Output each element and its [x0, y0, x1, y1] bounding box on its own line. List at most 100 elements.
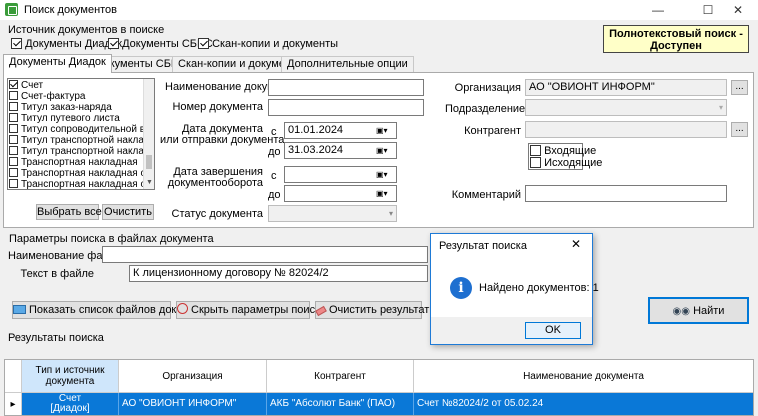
tab-diadok[interactable]: Документы Диадок — [3, 54, 112, 73]
calendar-dropdown-icon[interactable]: ▣▾ — [376, 188, 394, 199]
checkbox-unchecked-icon[interactable] — [9, 168, 18, 177]
clear-list-button[interactable]: Очистить — [102, 204, 154, 220]
end-from-picker[interactable]: ▣▾ — [284, 166, 397, 183]
fulltext-status-badge: Полнотекстовый поиск - Доступен — [603, 25, 749, 53]
doc-number-label: Номер документа — [172, 101, 263, 113]
dialog-close-button[interactable]: ✕ — [571, 237, 581, 251]
col-header-contr[interactable]: Контрагент — [267, 360, 414, 393]
col-header-type[interactable]: Тип и источник документа — [22, 360, 119, 393]
date-to-value: 31.03.2024 — [288, 144, 344, 156]
end-from-label: с — [271, 170, 277, 182]
row-header-corner — [5, 360, 22, 393]
list-item[interactable]: Титул транспортной накладной ( — [8, 135, 154, 146]
end-to-picker[interactable]: ▣▾ — [284, 185, 397, 202]
list-item-label: Титул заказ-наряда — [21, 102, 112, 113]
date-from-picker[interactable]: 01.01.2024 ▣▾ — [284, 122, 397, 139]
checkbox-unchecked-icon[interactable] — [9, 179, 18, 188]
ok-button[interactable]: OK — [525, 322, 581, 339]
checkbox-unchecked-icon[interactable] — [9, 135, 18, 144]
checkbox-checked-icon[interactable] — [198, 38, 209, 49]
scroll-down-icon[interactable]: ▼ — [146, 179, 153, 186]
find-button[interactable]: ◉◉ Найти — [648, 297, 749, 324]
cell-contr: АКБ "Абсолют Банк" (ПАО) — [267, 393, 414, 415]
org-browse-button[interactable]: ... — [731, 80, 748, 95]
list-item[interactable]: Транспортная накладная о прие — [8, 168, 154, 179]
close-button[interactable]: ✕ — [718, 0, 758, 20]
checkbox-unchecked-icon[interactable] — [9, 124, 18, 133]
source-scans-checkbox[interactable]: Скан-копии и документы — [198, 38, 338, 50]
dept-label: Подразделение — [445, 103, 526, 115]
list-item[interactable]: Титул путевого листа — [8, 113, 154, 124]
doc-type-list[interactable]: Счет Счет-фактура Титул заказ-наряда Титул … — [7, 78, 155, 190]
checkbox-unchecked-icon[interactable] — [9, 102, 18, 111]
checkbox-checked-icon[interactable] — [9, 80, 18, 89]
list-item[interactable]: Счет-фактура — [8, 91, 154, 102]
file-text-label: Текст в файле — [20, 268, 95, 280]
checkbox-checked-icon[interactable] — [11, 38, 22, 49]
cell-type: Счет [Диадок] — [22, 393, 119, 415]
list-item-label: Титул путевого листа — [21, 113, 120, 124]
contr-browse-button[interactable]: ... — [731, 122, 748, 137]
org-input[interactable]: АО "ОВИОНТ ИНФОРМ" — [525, 79, 727, 96]
status-select[interactable]: ▾ — [268, 205, 397, 222]
file-name-input[interactable] — [102, 246, 428, 263]
list-item[interactable]: Титул транспортной накладной ( — [8, 146, 154, 157]
window-title: Поиск документов — [24, 4, 118, 16]
sources-group-label: Источник документов в поиске — [8, 24, 165, 36]
show-files-button[interactable]: Показать список файлов документа — [12, 301, 213, 319]
scrollbar-thumb[interactable] — [146, 155, 152, 169]
source-diadok-checkbox[interactable]: Документы Диадок — [11, 38, 122, 50]
clear-results-button[interactable]: Очистить результаты — [315, 301, 437, 319]
list-item[interactable]: Транспортная накладная — [8, 157, 154, 168]
chevron-down-icon[interactable]: ▾ — [719, 101, 723, 114]
end-date-label: Дата завершения документооборота — [160, 167, 263, 189]
list-item[interactable]: Транспортная накладная о сдач — [8, 179, 154, 189]
file-text-input[interactable]: К лицензионному договору № 82024/2 — [129, 265, 428, 282]
cell-name: Счет №82024/2 от 05.02.24 — [417, 398, 544, 409]
select-all-button[interactable]: Выбрать все — [36, 204, 102, 220]
doc-date-label: Дата документа или отправки документа — [160, 124, 284, 146]
checkbox-unchecked-icon[interactable] — [9, 91, 18, 100]
checkbox-unchecked-icon[interactable] — [530, 157, 541, 168]
tab-options[interactable]: Дополнительные опции — [281, 56, 414, 72]
binoculars-icon: ◉◉ — [672, 306, 690, 317]
checkbox-unchecked-icon[interactable] — [9, 146, 18, 155]
calendar-dropdown-icon[interactable]: ▣▾ — [376, 125, 394, 136]
doc-type-scrollbar[interactable]: ▼ — [143, 79, 154, 189]
checkbox-unchecked-icon[interactable] — [9, 157, 18, 166]
col-header-org[interactable]: Организация — [119, 360, 267, 393]
app-icon — [5, 3, 18, 16]
hide-params-button[interactable]: Скрыть параметры поиска — [176, 301, 326, 319]
list-item-label: Титул сопроводительной ведомо — [21, 124, 154, 135]
date-to-picker[interactable]: 31.03.2024 ▣▾ — [284, 142, 397, 159]
list-icon — [13, 305, 26, 314]
doc-number-input[interactable] — [268, 99, 424, 116]
date-to-label: до — [268, 146, 281, 158]
fulltext-line1: Полнотекстовый поиск - — [609, 28, 743, 40]
minimize-button[interactable]: — — [638, 0, 678, 20]
hide-params-label: Скрыть параметры поиска — [191, 304, 327, 316]
comment-label: Комментарий — [451, 189, 521, 201]
calendar-dropdown-icon[interactable]: ▣▾ — [376, 145, 394, 156]
checkbox-unchecked-icon[interactable] — [530, 145, 541, 156]
chevron-down-icon[interactable]: ▾ — [389, 207, 393, 220]
comment-input[interactable] — [525, 185, 727, 202]
outgoing-checkbox[interactable]: Исходящие — [530, 157, 602, 169]
table-row[interactable]: Счет [Диадок] АО "ОВИОНТ ИНФОРМ" АКБ "Аб… — [22, 393, 753, 415]
incoming-checkbox[interactable]: Входящие — [530, 145, 596, 157]
contr-input[interactable] — [525, 121, 727, 138]
list-item-label: Счет-фактура — [21, 91, 86, 102]
fulltext-line2: Доступен — [650, 40, 702, 52]
list-item[interactable]: Титул заказ-наряда — [8, 102, 154, 113]
list-item[interactable]: Счет — [8, 80, 154, 91]
col-header-name[interactable]: Наименование документа — [414, 360, 753, 393]
cell-type-line2: [Диадок] — [50, 403, 90, 414]
row-selector-icon[interactable]: ▸ — [5, 393, 22, 415]
checkbox-checked-icon[interactable] — [108, 38, 119, 49]
dept-select[interactable]: ▾ — [525, 99, 727, 116]
doc-name-input[interactable] — [268, 79, 424, 96]
calendar-dropdown-icon[interactable]: ▣▾ — [376, 169, 394, 180]
doc-name-label: Наименование документа — [165, 81, 298, 93]
checkbox-unchecked-icon[interactable] — [9, 113, 18, 122]
list-item[interactable]: Титул сопроводительной ведомо — [8, 124, 154, 135]
